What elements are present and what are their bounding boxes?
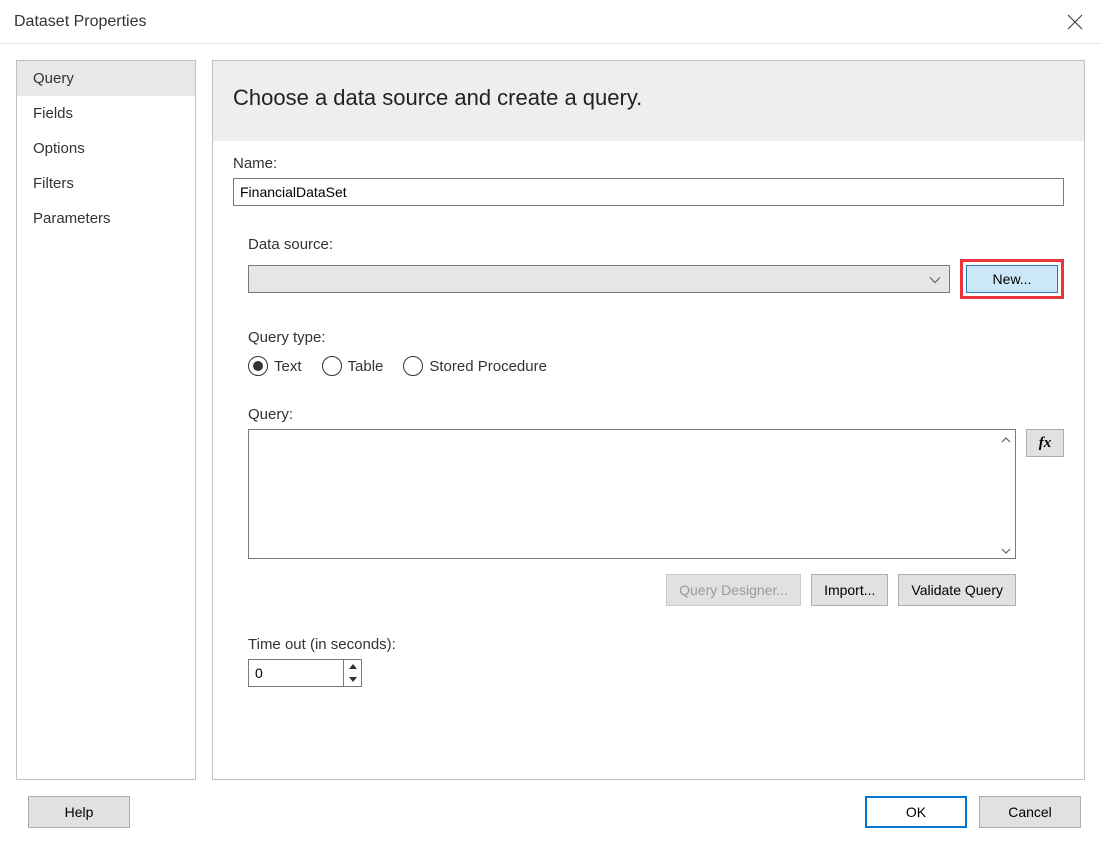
query-designer-button[interactable]: Query Designer... — [666, 574, 801, 606]
sidebar-item-options[interactable]: Options — [17, 131, 195, 166]
query-label: Query: — [248, 406, 1064, 423]
name-label: Name: — [233, 155, 1064, 172]
spinner-up[interactable] — [344, 660, 361, 673]
datasource-label: Data source: — [248, 236, 1064, 253]
sidebar-item-parameters[interactable]: Parameters — [17, 201, 195, 236]
validate-query-button[interactable]: Validate Query — [898, 574, 1016, 606]
querytype-label: Query type: — [248, 329, 1064, 346]
main-content: Name: Data source: New... — [213, 141, 1084, 779]
chevron-down-icon — [929, 272, 941, 287]
dialog-body: Query Fields Options Filters Parameters … — [0, 44, 1101, 796]
radio-icon — [248, 356, 268, 376]
radio-stored-procedure[interactable]: Stored Procedure — [403, 356, 547, 376]
dialog-title: Dataset Properties — [14, 13, 147, 31]
timeout-label: Time out (in seconds): — [248, 636, 1064, 653]
name-input[interactable] — [233, 178, 1064, 206]
radio-label: Stored Procedure — [429, 358, 547, 375]
radio-table[interactable]: Table — [322, 356, 384, 376]
sidebar-item-filters[interactable]: Filters — [17, 166, 195, 201]
radio-icon — [322, 356, 342, 376]
new-button[interactable]: New... — [966, 265, 1058, 293]
scroll-up-icon[interactable] — [999, 433, 1013, 447]
titlebar: Dataset Properties — [0, 0, 1101, 44]
new-button-highlight: New... — [960, 259, 1064, 299]
datasource-dropdown[interactable] — [248, 265, 950, 293]
sidebar-item-query[interactable]: Query — [17, 61, 195, 96]
radio-icon — [403, 356, 423, 376]
spinner-down[interactable] — [344, 673, 361, 686]
sidebar: Query Fields Options Filters Parameters — [16, 60, 196, 780]
help-button[interactable]: Help — [28, 796, 130, 828]
import-button[interactable]: Import... — [811, 574, 888, 606]
radio-label: Table — [348, 358, 384, 375]
radio-label: Text — [274, 358, 302, 375]
page-header: Choose a data source and create a query. — [213, 61, 1084, 141]
timeout-stepper — [248, 659, 362, 687]
cancel-button[interactable]: Cancel — [979, 796, 1081, 828]
scroll-down-icon[interactable] — [999, 544, 1013, 558]
sidebar-item-fields[interactable]: Fields — [17, 96, 195, 131]
query-textarea[interactable] — [248, 429, 1016, 559]
timeout-input[interactable] — [249, 660, 343, 686]
radio-text[interactable]: Text — [248, 356, 302, 376]
ok-button[interactable]: OK — [865, 796, 967, 828]
main-panel: Choose a data source and create a query.… — [212, 60, 1085, 780]
fx-button[interactable]: fx — [1026, 429, 1064, 457]
close-button[interactable] — [1063, 10, 1087, 34]
close-icon — [1067, 14, 1083, 30]
dialog-footer: Help OK Cancel — [0, 796, 1101, 844]
